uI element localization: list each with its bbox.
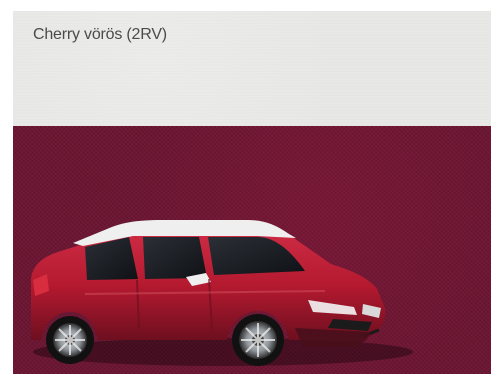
color-swatch-panel: [13, 126, 491, 374]
paint-color-card[interactable]: Cherry vörös (2RV): [13, 11, 491, 374]
color-name-header: Cherry vörös (2RV): [13, 11, 491, 126]
color-name-label: Cherry vörös (2RV): [33, 26, 167, 43]
car-image: [31, 220, 413, 366]
